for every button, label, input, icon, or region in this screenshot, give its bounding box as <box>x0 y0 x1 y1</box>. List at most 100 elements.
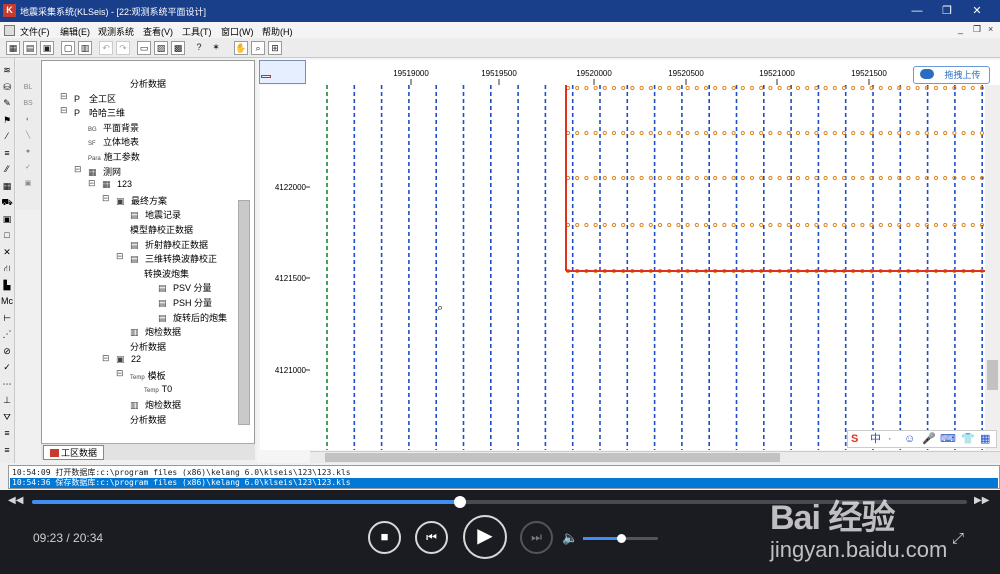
left-tool-icon[interactable]: ✕ <box>1 246 13 258</box>
overview-thumbnail[interactable] <box>259 60 306 84</box>
tree-expander-icon[interactable]: ⊟ <box>116 251 124 262</box>
child-minimize-button[interactable]: _ <box>958 24 963 34</box>
tree-node[interactable]: ▦ 123 <box>102 179 132 190</box>
tree-node[interactable]: ▤ PSH 分量 <box>158 296 212 309</box>
fit-extent-icon[interactable]: ⊞ <box>268 41 282 55</box>
microphone-icon[interactable]: 🎤 <box>922 431 936 447</box>
project-tree[interactable]: 分析数据 ⊟ P 全工区 ⊟ P 哈哈三维 BG 平面背景 SF 立体地表 Para 施工参数 ⊟ ▦ 测网 ⊟… <box>41 60 255 460</box>
tree-node[interactable]: 分析数据 <box>130 413 166 426</box>
tree-node[interactable]: 分析数据 <box>130 340 166 353</box>
menu-help[interactable]: 帮助(H) <box>262 25 293 38</box>
system-menu-icon[interactable] <box>4 25 15 36</box>
tree-node[interactable]: ▥ 炮检数据 <box>130 398 181 411</box>
ime-chinese-mode[interactable]: 中 <box>870 431 881 447</box>
tree-expander-icon[interactable]: ⊟ <box>74 164 82 175</box>
context-help-icon[interactable]: ✶ <box>209 41 223 55</box>
preview-icon[interactable]: ▢ <box>61 41 75 55</box>
left-tool-icon[interactable]: □ <box>1 229 13 241</box>
tree-node[interactable]: P 哈哈三维 <box>74 106 125 119</box>
tree-node[interactable]: ▣ 最终方案 <box>116 194 167 207</box>
tab-project-data[interactable]: 工区数据 <box>43 445 105 460</box>
map-horizontal-scrollbar[interactable] <box>310 451 1000 463</box>
zoom-icon[interactable]: ⌕ <box>251 41 265 55</box>
ime-menu-icon[interactable]: ▦ <box>980 431 990 447</box>
left-tool-icon[interactable]: ⊢ <box>1 312 13 324</box>
tree-node[interactable]: ▤ 三维转换波静校正 <box>130 252 217 265</box>
tree-node[interactable]: Para 施工参数 <box>88 150 140 163</box>
previous-button[interactable]: ⏮ <box>415 521 448 554</box>
tree-node[interactable]: SF 立体地表 <box>88 135 139 148</box>
upload-button[interactable]: 拖拽上传 <box>913 66 990 84</box>
tree-node[interactable]: 转换波炮集 <box>144 267 189 280</box>
menu-view[interactable]: 查看(V) <box>143 25 173 38</box>
restore-button[interactable]: ❐ <box>936 3 958 19</box>
volume-icon[interactable]: 🔈 <box>562 530 578 546</box>
tree-expander-icon[interactable]: ⊟ <box>60 105 68 116</box>
left-tool-icon[interactable]: ⊘ <box>1 345 13 357</box>
menu-tools[interactable]: 工具(T) <box>182 25 212 38</box>
new-project-icon[interactable]: ▦ <box>6 41 20 55</box>
tree-node[interactable]: 分析数据 <box>130 77 166 90</box>
menu-window[interactable]: 窗口(W) <box>221 25 254 38</box>
tree-tool-icon[interactable]: ╲ <box>21 130 35 142</box>
sogou-icon[interactable]: S <box>851 431 858 447</box>
tree-node[interactable]: ▤ 地震记录 <box>130 208 181 221</box>
left-tool-icon[interactable]: ▣ <box>1 213 13 225</box>
print-icon[interactable]: ▥ <box>78 41 92 55</box>
redo-icon[interactable]: ↷ <box>116 41 130 55</box>
tree-node[interactable]: BG 平面背景 <box>88 121 139 134</box>
map-vertical-scrollbar[interactable] <box>985 85 1000 450</box>
layout-icon[interactable]: ▨ <box>154 41 168 55</box>
tree-node[interactable]: ▣ 22 <box>116 354 141 365</box>
tree-node[interactable]: Temp T0 <box>144 384 172 394</box>
left-tool-icon[interactable]: ▦ <box>1 180 13 192</box>
map-vscroll-thumb[interactable] <box>987 360 998 390</box>
map-hscroll-thumb[interactable] <box>325 453 780 462</box>
forward-icon[interactable]: ▶▶ <box>974 495 989 506</box>
left-tool-icon[interactable]: ⛟ <box>1 196 13 208</box>
tree-expander-icon[interactable]: ⊟ <box>116 368 124 379</box>
tree-node[interactable]: ▤ 折射静校正数据 <box>130 238 208 251</box>
tree-node[interactable]: P 全工区 <box>74 92 116 105</box>
window-icon[interactable]: ▭ <box>137 41 151 55</box>
menu-file[interactable]: 文件(F) <box>20 25 50 38</box>
left-tool-icon[interactable]: ⁄⁄ <box>1 163 13 175</box>
left-tool-icon[interactable]: ⋯ <box>1 378 13 390</box>
left-tool-icon[interactable]: ⋰ <box>1 328 13 340</box>
child-restore-button[interactable]: ❐ <box>973 24 981 35</box>
left-tool-icon[interactable]: ≡ <box>1 444 13 456</box>
left-tool-icon[interactable]: ≡ <box>1 427 13 439</box>
open-icon[interactable]: ▤ <box>23 41 37 55</box>
left-tool-icon[interactable]: ≡ <box>1 147 13 159</box>
tree-node[interactable]: ▤ PSV 分量 <box>158 281 212 294</box>
left-tool-icon[interactable]: ⛙ <box>1 262 13 274</box>
tree-tool-icon[interactable]: ▣ <box>21 178 35 190</box>
rewind-icon[interactable]: ◀◀ <box>8 495 23 506</box>
left-tool-icon[interactable]: ⛁ <box>1 81 13 93</box>
ime-punctuation[interactable]: · <box>888 431 892 447</box>
tree-node[interactable]: ▥ 炮检数据 <box>130 325 181 338</box>
survey-map-canvas[interactable]: ⌕ <box>310 85 1000 450</box>
undo-icon[interactable]: ↶ <box>99 41 113 55</box>
tree-tool-icon[interactable]: BL <box>21 82 35 94</box>
play-button[interactable]: ▶ <box>463 515 507 559</box>
menu-edit[interactable]: 编辑(E) <box>60 25 90 38</box>
tree-expander-icon[interactable]: ⊟ <box>102 353 110 364</box>
volume-slider[interactable] <box>583 534 658 543</box>
left-tool-icon[interactable]: ⚑ <box>1 114 13 126</box>
tree-expander-icon[interactable]: ⊟ <box>60 91 68 102</box>
tree-node[interactable]: ▤ 旋转后的炮集 <box>158 311 227 324</box>
tree-tool-icon[interactable]: ● <box>21 146 35 158</box>
left-tool-icon[interactable]: ✓ <box>1 361 13 373</box>
tree-node[interactable]: ▦ 测网 <box>88 165 121 178</box>
tree-node[interactable]: Temp 模板 <box>130 369 166 382</box>
child-close-button[interactable]: × <box>988 24 993 34</box>
tree-tool-icon[interactable]: ✓ <box>21 162 35 174</box>
volume-knob[interactable] <box>616 534 626 543</box>
save-icon[interactable]: ▣ <box>40 41 54 55</box>
left-tool-icon[interactable]: ≋ <box>1 64 13 76</box>
minimize-button[interactable]: — <box>906 3 928 19</box>
keyboard-icon[interactable]: ⌨ <box>940 431 956 447</box>
left-tool-icon[interactable]: ▙ <box>1 279 13 291</box>
help-icon[interactable]: ? <box>192 41 206 55</box>
